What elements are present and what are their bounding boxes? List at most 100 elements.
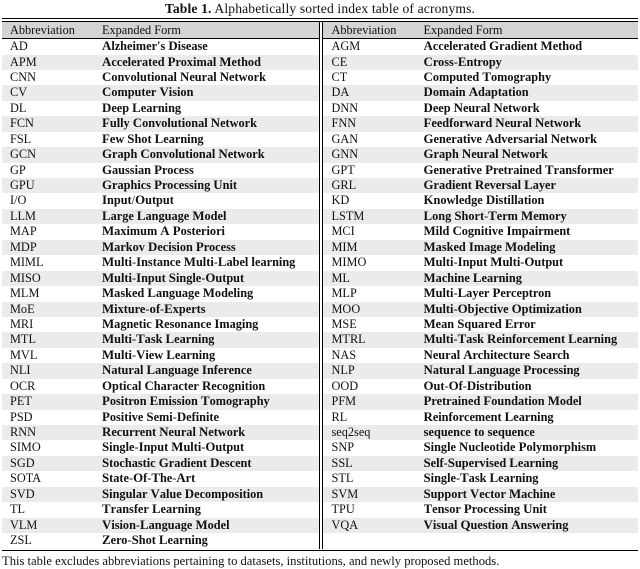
cell-abbreviation: PET [10, 394, 32, 409]
cell-abbreviation: MOO [331, 301, 361, 316]
cell-expanded-form: Large Language Model [102, 208, 227, 223]
cell-expanded-form: Generative Adversarial Network [423, 131, 597, 146]
acronym-table: Abbreviation Expanded Form AD Alzheimer's… [2, 18, 639, 552]
cell-abbreviation: GPU [10, 178, 35, 193]
cell-expanded-form: Graph Convolutional Network [102, 147, 265, 162]
table-row: OCR Optical Character Recognition [2, 379, 319, 394]
header-expanded-form-left: Expanded Form [102, 22, 181, 37]
cell-abbreviation: MSE [331, 316, 357, 331]
cell-expanded-form: Tensor Processing Unit [423, 502, 547, 517]
cell-expanded-form: Deep Learning [102, 100, 182, 115]
cell-expanded-form: Reinforcement Learning [423, 409, 554, 424]
table-header-row-left: Abbreviation Expanded Form [2, 21, 319, 40]
header-abbreviation-left: Abbreviation [10, 22, 75, 37]
cell-abbreviation: DL [10, 100, 27, 115]
cell-expanded-form: Support Vector Machine [423, 486, 556, 501]
cell-abbreviation: ML [331, 270, 350, 285]
cell-expanded-form: Natural Language Processing [423, 363, 580, 378]
cell-expanded-form: Single-Input Multi-Output [102, 440, 245, 455]
cell-abbreviation: SVD [10, 486, 35, 501]
table-row: seq2seq sequence to sequence [322, 425, 638, 441]
table-row: CE Cross-Entropy [322, 54, 638, 70]
cell-expanded-form: Graphics Processing Unit [102, 178, 237, 193]
cell-abbreviation: MTL [10, 332, 36, 347]
cell-expanded-form: Zero-Shot Learning [102, 533, 208, 548]
cell-abbreviation: MoE [10, 301, 35, 316]
table-row: MIMO Multi-Input Multi-Output [323, 255, 639, 270]
cell-abbreviation: MIM [331, 239, 358, 254]
cell-expanded-form: Magnetic Resonance Imaging [102, 316, 259, 331]
cell-expanded-form: Computed Tomography [423, 69, 552, 84]
cell-abbreviation: PSD [10, 409, 33, 424]
cell-expanded-form: Single-Task Learning [423, 471, 539, 486]
table-row: DA Domain Adaptation [322, 85, 638, 101]
cell-expanded-form: Singular Value Decomposition [102, 486, 264, 501]
table-row: AGM Accelerated Gradient Method [323, 39, 639, 54]
table-left-half: Abbreviation Expanded Form AD Alzheimer's… [2, 21, 319, 549]
cell-expanded-form: Multi-Instance Multi-Label learning [102, 255, 296, 270]
table-row: MOO Multi-Objective Optimization [322, 301, 638, 317]
cell-abbreviation: MLP [331, 286, 357, 301]
table-row: MDP Markov Decision Process [2, 239, 319, 256]
cell-abbreviation: MTRL [331, 332, 366, 347]
table-row: GNN Graph Neural Network [322, 147, 638, 163]
cell-abbreviation: APM [10, 54, 37, 69]
cell-abbreviation: DA [331, 85, 350, 100]
cell-expanded-form: Mean Squared Error [423, 316, 536, 331]
cell-abbreviation: RNN [10, 425, 36, 440]
table-row: VQA Visual Question Answering [322, 517, 638, 534]
cell-expanded-form: Visual Question Answering [423, 517, 569, 532]
cell-abbreviation: LSTM [331, 208, 365, 223]
cell-expanded-form: Input/Output [102, 193, 174, 208]
table-row: DNN Deep Neural Network [323, 101, 639, 116]
caption-text: Alphabetically sorted index table of acr… [214, 1, 476, 16]
cell-expanded-form: Positive Semi-Definite [102, 409, 219, 424]
cell-expanded-form: Fully Convolutional Network [102, 116, 257, 131]
table-header-row-right: Abbreviation Expanded Form [322, 21, 638, 40]
table-row: MRI Magnetic Resonance Imaging [2, 317, 319, 332]
cell-expanded-form: Mixture-of-Experts [102, 301, 206, 316]
cell-expanded-form: Machine Learning [423, 270, 522, 285]
table-row: MSE Mean Squared Error [323, 317, 639, 332]
table-row: GPT Generative Pretrained Transformer [323, 163, 639, 178]
table-row: PFM Pretrained Foundation Model [322, 394, 638, 410]
table-row: RL Reinforcement Learning [323, 410, 639, 425]
table-row: KD Knowledge Distillation [323, 193, 639, 208]
table-row: SVD Singular Value Decomposition [2, 486, 319, 503]
table-row: DL Deep Learning [2, 101, 319, 116]
cell-abbreviation: CNN [10, 69, 36, 84]
table-row: PSD Positive Semi-Definite [2, 410, 319, 425]
table-row: GCN Graph Convolutional Network [2, 147, 319, 163]
cell-expanded-form: Multi-Objective Optimization [423, 301, 582, 316]
cell-expanded-form: Computer Vision [102, 85, 194, 100]
cell-abbreviation: MIML [10, 255, 44, 270]
table-row: PET Positron Emission Tomography [2, 394, 319, 410]
cell-expanded-form: Accelerated Proximal Method [102, 54, 261, 69]
cell-expanded-form: Multi-Input Single-Output [102, 270, 245, 285]
table-body: Abbreviation Expanded Form AD Alzheimer's… [2, 20, 639, 549]
cell-abbreviation: GP [10, 162, 26, 177]
cell-abbreviation: CT [331, 69, 348, 84]
cell-expanded-form: Stochastic Gradient Descent [102, 455, 252, 470]
table-row: MLP Multi-Layer Perceptron [323, 286, 639, 301]
table-row: FCN Fully Convolutional Network [2, 116, 319, 132]
cell-expanded-form: Multi-Layer Perceptron [423, 286, 552, 301]
cell-expanded-form: Long Short-Term Memory [423, 208, 567, 223]
cell-expanded-form: Maximum A Posteriori [102, 224, 225, 239]
cell-abbreviation: MVL [10, 347, 38, 362]
cell-expanded-form: Feedforward Neural Network [423, 116, 582, 131]
table-right-half: Abbreviation Expanded Form AGM Accelerate… [318, 21, 639, 549]
cell-expanded-form: Multi-Task Learning [102, 332, 215, 347]
column-divider: Abbreviation Expanded Form AGM Accelerate… [321, 21, 639, 549]
caption-label: Table 1. [164, 1, 212, 16]
cell-abbreviation: VQA [331, 517, 359, 532]
cell-abbreviation: PFM [331, 394, 357, 409]
table-row: MCI Mild Cognitive Impairment [323, 224, 639, 239]
cell-abbreviation: SNP [331, 440, 355, 455]
table-row: MIM Masked Image Modeling [322, 239, 638, 256]
cell-expanded-form: Convolutional Neural Network [102, 69, 266, 84]
table-row: RNN Recurrent Neural Network [2, 425, 319, 441]
cell-expanded-form: Recurrent Neural Network [102, 425, 246, 440]
table-caption: Table 1. Alphabetically sorted index tab… [0, 0, 640, 18]
cell-abbreviation: VLM [10, 517, 38, 532]
